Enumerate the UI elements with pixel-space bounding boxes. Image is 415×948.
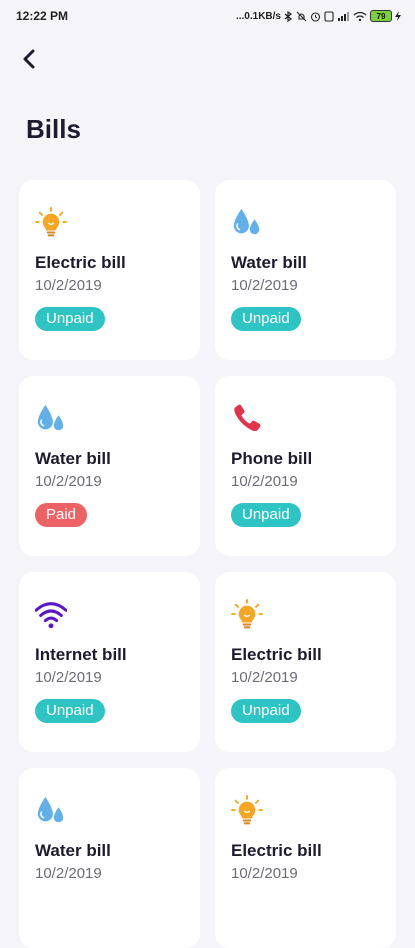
sim-icon	[324, 10, 334, 22]
bills-grid: Electric bill 10/2/2019 Unpaid Water bill 1…	[19, 180, 396, 948]
bill-title: Water bill	[35, 841, 111, 860]
signal-icon	[337, 11, 350, 21]
bill-title: Electric bill	[231, 645, 322, 664]
bill-card[interactable]: Water bill 10/2/2019	[19, 768, 200, 948]
phone-icon	[234, 404, 261, 432]
bill-date: 10/2/2019	[231, 277, 298, 294]
wifi-status-icon	[353, 11, 367, 21]
status-badge: Unpaid	[231, 699, 301, 723]
charging-icon	[395, 11, 401, 21]
bill-date: 10/2/2019	[231, 669, 298, 686]
status-time: 12:22 PM	[16, 9, 69, 23]
bulb-icon	[231, 795, 263, 825]
status-bar: 12:22 PM ...0.1KB/s 79	[0, 0, 415, 32]
page-title: Bills	[26, 114, 81, 144]
bill-date: 10/2/2019	[231, 865, 298, 882]
bill-date: 10/2/2019	[35, 865, 102, 882]
wifi-icon	[35, 602, 67, 629]
bulb-icon	[231, 599, 263, 629]
bulb-icon	[35, 207, 67, 237]
top-nav	[0, 32, 415, 86]
status-badge: Unpaid	[231, 307, 301, 331]
bill-card[interactable]: Electric bill 10/2/2019	[215, 768, 396, 948]
bill-card[interactable]: Water bill 10/2/2019 Unpaid	[215, 180, 396, 360]
bill-title: Electric bill	[231, 841, 322, 860]
mute-icon	[296, 11, 307, 22]
bill-card[interactable]: Water bill 10/2/2019 Paid	[19, 376, 200, 556]
status-icons: ...0.1KB/s 79	[236, 10, 401, 22]
water-drop-icon	[37, 796, 64, 823]
bill-date: 10/2/2019	[231, 473, 298, 490]
bill-title: Water bill	[231, 253, 307, 272]
status-badge: Paid	[35, 503, 88, 527]
bill-date: 10/2/2019	[35, 669, 102, 686]
alarm-icon	[310, 11, 321, 22]
status-badge: Unpaid	[35, 699, 105, 723]
back-arrow-icon	[23, 49, 35, 69]
battery-indicator: 79	[370, 10, 392, 22]
bill-card[interactable]: Electric bill 10/2/2019 Unpaid	[19, 180, 200, 360]
bill-date: 10/2/2019	[35, 473, 102, 490]
status-badge: Unpaid	[231, 503, 301, 527]
bill-card[interactable]: Internet bill 10/2/2019 Unpaid	[19, 572, 200, 752]
status-badge: Unpaid	[35, 307, 105, 331]
back-button[interactable]	[14, 44, 44, 74]
water-drop-icon	[233, 208, 260, 235]
bill-title: Phone bill	[231, 449, 313, 468]
bill-title: Internet bill	[35, 645, 127, 664]
bill-card[interactable]: Phone bill 10/2/2019 Unpaid	[215, 376, 396, 556]
water-drop-icon	[37, 404, 64, 431]
network-speed: ...0.1KB/s	[235, 10, 281, 22]
bluetooth-icon	[284, 10, 293, 22]
bill-date: 10/2/2019	[35, 277, 102, 294]
bill-card[interactable]: Electric bill 10/2/2019 Unpaid	[215, 572, 396, 752]
bill-title: Water bill	[35, 449, 111, 468]
bill-title: Electric bill	[35, 253, 126, 272]
